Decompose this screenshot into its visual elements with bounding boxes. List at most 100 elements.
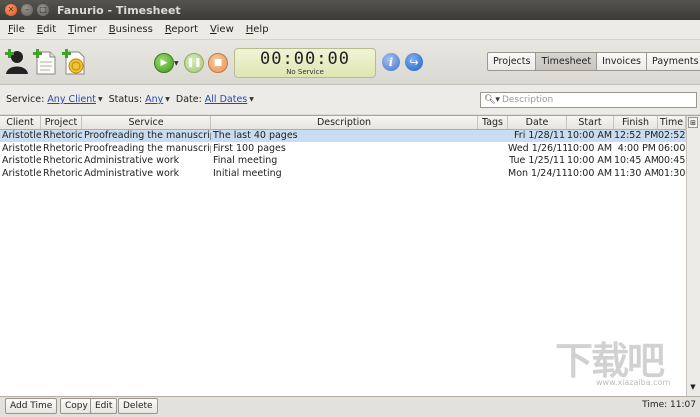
cell-time: 01:30: [658, 167, 686, 179]
column-header-description[interactable]: Description: [211, 116, 478, 129]
cell-service: Proofreading the manuscript: [84, 142, 211, 154]
column-chooser-icon[interactable]: ⊞: [688, 117, 698, 128]
search-icon: 🔍︎▾: [484, 95, 500, 105]
add-invoice-icon[interactable]: [61, 49, 87, 75]
cell-tags: [478, 130, 508, 142]
chevron-down-icon[interactable]: ▼: [165, 96, 170, 103]
menu-view[interactable]: View: [204, 24, 240, 35]
cell-project: Rhetoric: [43, 155, 82, 166]
cell-project: Rhetoric: [43, 167, 82, 179]
timer-time: 00:00:00: [260, 49, 350, 69]
cell-client: Aristotle: [2, 167, 41, 179]
column-header-time[interactable]: Time: [658, 116, 686, 129]
table-row[interactable]: Aristotle Rhetoric Proofreading the manusc…: [0, 143, 686, 155]
cell-time: 06:00: [658, 142, 686, 154]
title-bar: ✕ – □ Fanurio - Timesheet: [0, 0, 700, 20]
stop-icon: ■: [213, 58, 223, 68]
cell-service: Proofreading the manuscript: [84, 130, 211, 141]
cell-date: Wed 1/26/11: [508, 142, 567, 154]
cell-client: Aristotle: [2, 130, 41, 141]
cell-tags: [478, 168, 508, 180]
cell-finish: 10:45 AM: [614, 155, 658, 166]
cell-client: Aristotle: [2, 142, 41, 154]
cell-start: 10:00 AM: [567, 130, 613, 141]
add-project-icon[interactable]: [32, 49, 58, 75]
start-timer-button[interactable]: ▶: [154, 53, 174, 73]
tab-projects[interactable]: Projects: [487, 52, 537, 71]
info-icon[interactable]: i: [382, 53, 400, 71]
window-title: Fanurio - Timesheet: [57, 3, 181, 17]
cell-service: Administrative work: [84, 155, 180, 166]
status-filter-label: Status:: [108, 94, 143, 105]
column-header-project[interactable]: Project: [41, 116, 82, 129]
date-filter-link[interactable]: All Dates: [205, 94, 247, 105]
table-row[interactable]: Aristotle Rhetoric Administrative work Init…: [0, 168, 686, 180]
menu-business[interactable]: Business: [103, 24, 159, 35]
timer-display: 00:00:00 No Service: [234, 48, 376, 78]
cell-description: Final meeting: [213, 155, 278, 166]
chevron-down-icon[interactable]: ▼: [249, 96, 254, 103]
column-header-tags[interactable]: Tags: [478, 116, 508, 129]
stop-timer-button[interactable]: ■: [208, 53, 228, 73]
tab-invoices[interactable]: Invoices: [596, 52, 648, 71]
description-search-input[interactable]: 🔍︎▾ Description: [480, 92, 697, 108]
cell-description: Initial meeting: [213, 167, 282, 179]
column-header-date[interactable]: Date: [508, 116, 567, 129]
cell-project: Rhetoric: [43, 130, 82, 141]
search-placeholder: Description: [501, 95, 554, 105]
play-icon: ▶: [160, 58, 168, 68]
service-filter-link[interactable]: Any Client: [47, 94, 96, 105]
timer-service: No Service: [286, 68, 324, 76]
cell-description: The last 40 pages: [213, 130, 298, 141]
column-header-service[interactable]: Service: [82, 116, 211, 129]
pause-icon: ❚❚: [186, 58, 202, 68]
menu-edit[interactable]: Edit: [31, 24, 62, 35]
tab-payments[interactable]: Payments: [646, 52, 700, 71]
column-header-client[interactable]: Client: [0, 116, 41, 129]
column-header-start[interactable]: Start: [567, 116, 614, 129]
cell-date: Fri 1/28/11: [514, 130, 565, 141]
cell-time: 02:52: [658, 130, 686, 141]
table-row[interactable]: Aristotle Rhetoric Administrative work Fina…: [0, 155, 686, 167]
menu-file[interactable]: File: [0, 24, 31, 35]
cell-finish: 11:30 AM: [614, 167, 658, 179]
maximize-window-button[interactable]: □: [37, 4, 49, 16]
cell-start: 10:00 AM: [567, 155, 613, 166]
menu-timer[interactable]: Timer: [62, 24, 103, 35]
delete-button[interactable]: Delete: [118, 398, 158, 414]
cell-finish: 12:52 PM: [614, 130, 658, 141]
edit-button[interactable]: Edit: [90, 398, 118, 414]
chevron-down-icon[interactable]: ▼: [98, 96, 103, 103]
cell-date: Tue 1/25/11: [509, 155, 565, 166]
menu-help[interactable]: Help: [240, 24, 275, 35]
table-row[interactable]: Aristotle Rhetoric Proofreading the manusc…: [0, 130, 686, 142]
copy-button[interactable]: Copy: [60, 398, 93, 414]
cell-description: First 100 pages: [213, 142, 286, 154]
date-filter-label: Date:: [175, 94, 202, 105]
view-tabs: Projects Timesheet Invoices Payments: [487, 52, 700, 71]
vertical-scrollbar[interactable]: [686, 116, 700, 396]
tab-timesheet[interactable]: Timesheet: [535, 52, 598, 71]
pause-timer-button[interactable]: ❚❚: [184, 53, 204, 73]
bottom-bar: Add Time Copy Edit Delete Time: 11:07: [0, 396, 700, 417]
add-time-button[interactable]: Add Time: [5, 398, 58, 414]
column-header-finish[interactable]: Finish: [614, 116, 658, 129]
cell-finish: 4:00 PM: [617, 142, 656, 154]
chevron-down-icon[interactable]: ▼: [174, 60, 179, 67]
cell-date: Mon 1/24/11: [508, 167, 567, 179]
watermark-url: www.xiazaiba.com: [596, 378, 671, 387]
cell-project: Rhetoric: [43, 142, 82, 154]
status-filter-link[interactable]: Any: [145, 94, 163, 105]
cell-client: Aristotle: [2, 155, 41, 166]
menu-report[interactable]: Report: [159, 24, 204, 35]
minimize-window-button[interactable]: –: [21, 4, 33, 16]
menu-bar: File Edit Timer Business Report View Hel…: [0, 20, 700, 40]
cell-start: 10:00 AM: [567, 167, 613, 179]
add-client-icon[interactable]: [4, 49, 30, 75]
close-window-button[interactable]: ✕: [5, 4, 17, 16]
redo-arrow-icon[interactable]: ↪: [405, 53, 423, 71]
scroll-down-icon[interactable]: ▼: [688, 382, 698, 393]
cell-tags: [478, 143, 508, 155]
cell-time: 00:45: [658, 155, 686, 166]
total-time-status: Time: 11:07: [642, 400, 696, 410]
